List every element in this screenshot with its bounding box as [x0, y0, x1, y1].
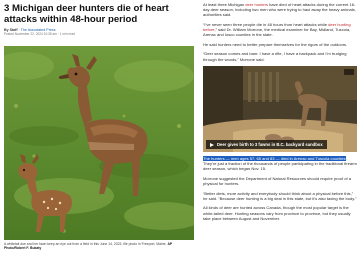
paragraph-8: All kinds of deer are hunted across Cana… [203, 205, 351, 221]
video-menu-icon[interactable] [344, 69, 354, 76]
play-icon[interactable] [210, 142, 214, 147]
paragraph-7: “Better diets, more activity and everybo… [203, 190, 357, 201]
photo-caption: A whitetail doe and her fawn keep an eye… [4, 242, 194, 250]
video-player[interactable]: Deer gives birth to 3 fawns in B.C. back… [203, 66, 357, 153]
deer-photo [4, 46, 194, 240]
paragraph-5: The hunters — men ages 57, 65 and 83 — d… [203, 156, 357, 172]
paragraph-4: “Deer season comes and bam: I have a rif… [203, 51, 347, 62]
paragraph-2: “I’ve never seen three people die in 48 … [203, 21, 351, 38]
article-left-column: 3 Michigan deer hunters die of heart att… [4, 4, 194, 267]
posted-date: Posted November 22, 2024 10:35 am · 1 mi… [4, 32, 75, 37]
video-caption-text: Deer gives birth to 3 fawns in B.C. back… [217, 142, 323, 148]
article-headline: 3 Michigan deer hunters die of heart att… [4, 4, 169, 25]
article-body: At least three Michigan deer hunters hav… [203, 2, 357, 270]
outlet-link[interactable]: The Associated Press [21, 28, 56, 32]
paragraph-6: Morrone suggested the Department of Natu… [203, 175, 352, 187]
paragraph-1: At least three Michigan deer hunters hav… [203, 2, 356, 18]
byline: By Staff [4, 28, 18, 32]
video-caption[interactable]: Deer gives birth to 3 fawns in B.C. back… [206, 140, 327, 150]
paragraph-3: He said hunters need to better prepare t… [203, 41, 348, 47]
